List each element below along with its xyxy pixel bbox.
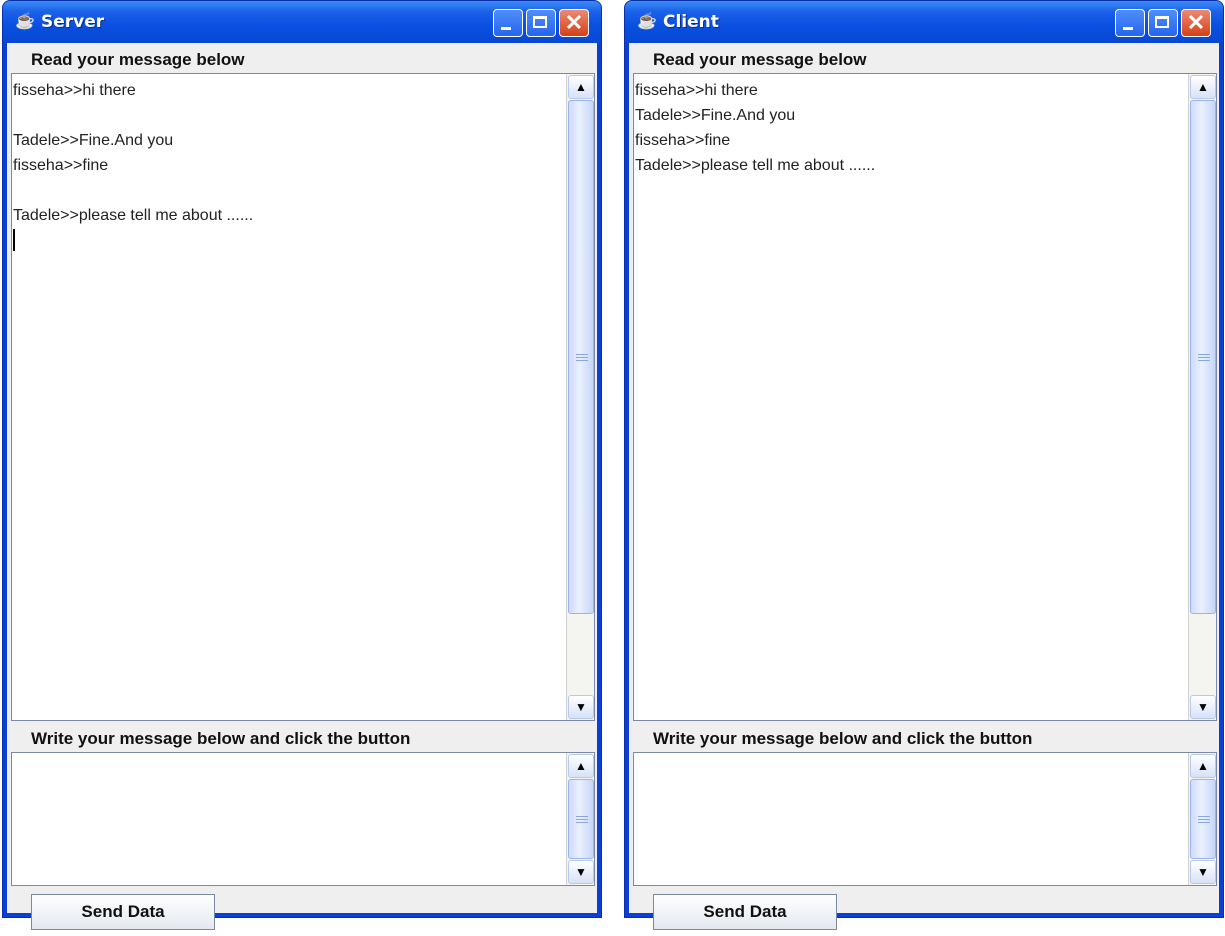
java-cup-icon[interactable]: ☕ [637,12,657,32]
write-label: Write your message below and click the b… [653,729,1033,748]
maximize-icon [533,16,547,28]
message-line [13,178,564,203]
grip-line [576,357,588,358]
scroll-thumb[interactable] [568,779,594,859]
message-line: Tadele>>Fine.And you [13,132,174,149]
arrow-down-icon: ▼ [1197,700,1209,714]
received-messages-area[interactable]: fisseha>>hi there Tadele>>Fine.And you f… [633,73,1217,721]
message-line: fisseha>>fine [635,132,731,149]
window-title: Server [41,12,105,32]
server-window: ☕ Server ✕ Read your message below fisse… [2,0,602,930]
message-list: fisseha>>hi there Tadele>>Fine.And you f… [13,78,564,251]
scroll-down-button[interactable]: ▼ [568,695,594,719]
scroll-up-button[interactable]: ▲ [568,754,594,778]
grip-line [576,822,588,823]
message-line: Tadele>>please tell me about ...... [13,207,254,224]
compose-message-area[interactable]: ▲ ▼ [11,752,595,886]
arrow-down-icon: ▼ [1197,865,1209,879]
java-cup-icon[interactable]: ☕ [15,12,35,32]
vertical-scrollbar[interactable]: ▲ ▼ [566,74,594,720]
arrow-up-icon: ▲ [575,759,587,773]
grip-line [1198,819,1210,820]
close-button[interactable]: ✕ [559,9,589,37]
close-icon: ✕ [564,10,584,35]
message-line: fisseha>>hi there [635,82,758,99]
text-caret [13,229,15,251]
scroll-down-button[interactable]: ▼ [1190,695,1216,719]
vertical-scrollbar[interactable]: ▲ ▼ [566,753,594,885]
message-line: fisseha>>hi there [13,82,136,99]
send-data-button[interactable]: Send Data [653,894,837,930]
close-button[interactable]: ✕ [1181,9,1211,37]
grip-line [576,354,588,355]
scroll-thumb[interactable] [1190,100,1216,614]
grip-line [1198,822,1210,823]
received-messages-area[interactable]: fisseha>>hi there Tadele>>Fine.And you f… [11,73,595,721]
arrow-down-icon: ▼ [575,700,587,714]
grip-line [1198,816,1210,817]
message-line [13,103,564,128]
grip-line [576,819,588,820]
arrow-down-icon: ▼ [575,865,587,879]
send-data-button[interactable]: Send Data [31,894,215,930]
client-window: ☕ Client ✕ Read your message below fisse… [624,0,1224,930]
grip-line [1198,360,1210,361]
vertical-scrollbar[interactable]: ▲ ▼ [1188,74,1216,720]
scroll-up-button[interactable]: ▲ [1190,75,1216,99]
grip-line [576,816,588,817]
minimize-icon [501,27,511,30]
scroll-up-button[interactable]: ▲ [568,75,594,99]
scroll-up-button[interactable]: ▲ [1190,754,1216,778]
read-label: Read your message below [653,50,867,69]
vertical-scrollbar[interactable]: ▲ ▼ [1188,753,1216,885]
maximize-icon [1155,16,1169,28]
maximize-button[interactable] [1148,9,1178,37]
window-title: Client [663,12,719,32]
close-icon: ✕ [1186,10,1206,35]
minimize-button[interactable] [1115,9,1145,37]
minimize-icon [1123,27,1133,30]
message-line: Tadele>>please tell me about ...... [635,157,876,174]
grip-line [1198,354,1210,355]
content-pane: Read your message below fisseha>>hi ther… [629,43,1219,930]
scroll-down-button[interactable]: ▼ [568,860,594,884]
write-label: Write your message below and click the b… [31,729,411,748]
message-line: Tadele>>Fine.And you [635,107,796,124]
content-pane: Read your message below fisseha>>hi ther… [7,43,597,930]
message-list: fisseha>>hi there Tadele>>Fine.And you f… [635,78,1186,178]
grip-line [576,360,588,361]
arrow-up-icon: ▲ [575,80,587,94]
minimize-button[interactable] [493,9,523,37]
scroll-thumb[interactable] [568,100,594,614]
scroll-thumb[interactable] [1190,779,1216,859]
arrow-up-icon: ▲ [1197,80,1209,94]
grip-line [1198,357,1210,358]
title-bar[interactable]: ☕ Server ✕ [3,1,601,43]
title-bar[interactable]: ☕ Client ✕ [625,1,1223,43]
compose-message-area[interactable]: ▲ ▼ [633,752,1217,886]
read-label: Read your message below [31,50,245,69]
maximize-button[interactable] [526,9,556,37]
message-line: fisseha>>fine [13,157,109,174]
arrow-up-icon: ▲ [1197,759,1209,773]
scroll-down-button[interactable]: ▼ [1190,860,1216,884]
